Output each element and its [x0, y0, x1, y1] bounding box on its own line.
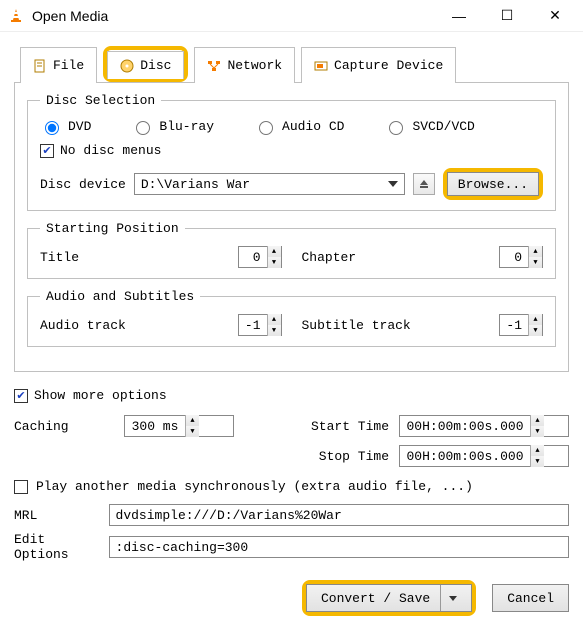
- check-sync-box[interactable]: [14, 480, 28, 494]
- check-sync-label: Play another media synchronously (extra …: [36, 479, 473, 494]
- eject-icon: [419, 179, 429, 189]
- network-icon: [207, 59, 221, 73]
- caching-up[interactable]: ▲: [186, 415, 199, 426]
- caching-value: 300 ms: [125, 419, 185, 434]
- chapter-up[interactable]: ▲: [529, 246, 542, 257]
- convert-save-caret[interactable]: [440, 585, 457, 611]
- subtitle-track-value: -1: [500, 318, 528, 333]
- disc-icon: [120, 59, 134, 73]
- title-label: Title: [40, 250, 79, 265]
- audio-subtitles-legend: Audio and Subtitles: [40, 289, 200, 304]
- radio-dvd[interactable]: DVD: [40, 118, 91, 135]
- file-icon: [33, 59, 47, 73]
- cancel-label: Cancel: [507, 591, 554, 606]
- disc-device-label: Disc device: [40, 177, 126, 192]
- radio-svcd-label: SVCD/VCD: [412, 119, 474, 134]
- stop-time-label: Stop Time: [299, 449, 389, 464]
- disc-selection-legend: Disc Selection: [40, 93, 161, 108]
- chapter-spin[interactable]: 0 ▲▼: [499, 246, 543, 268]
- start-up[interactable]: ▲: [531, 415, 544, 426]
- caching-down[interactable]: ▼: [186, 426, 199, 437]
- highlight-disc-tab: Disc: [103, 46, 188, 82]
- check-show-more-label: Show more options: [34, 388, 167, 403]
- tab-capture[interactable]: Capture Device: [301, 47, 456, 83]
- vlc-cone-icon: [8, 8, 24, 24]
- edit-options-input[interactable]: [109, 536, 569, 558]
- audio-subtitles-group: Audio and Subtitles Audio track -1 ▲▼ Su…: [27, 289, 556, 347]
- mrl-input[interactable]: [109, 504, 569, 526]
- start-time-label: Start Time: [299, 419, 389, 434]
- check-no-menus-box[interactable]: ✔: [40, 144, 54, 158]
- title-value: 0: [239, 250, 267, 265]
- tab-file-label: File: [53, 58, 84, 73]
- check-show-more[interactable]: ✔ Show more options: [14, 388, 569, 403]
- radio-svcd[interactable]: SVCD/VCD: [384, 118, 474, 135]
- window-title: Open Media: [32, 8, 439, 24]
- radio-dvd-input[interactable]: [45, 121, 59, 135]
- audio-track-value: -1: [239, 318, 267, 333]
- edit-options-label: Edit Options: [14, 532, 97, 562]
- tab-capture-label: Capture Device: [334, 58, 443, 73]
- disc-panel: Disc Selection DVD Blu-ray Audio CD SVCD…: [14, 83, 569, 372]
- tab-bar: File Disc Network Capture Device: [14, 46, 569, 83]
- eject-button[interactable]: [413, 173, 435, 195]
- radio-audiocd-input[interactable]: [259, 121, 273, 135]
- tab-disc[interactable]: Disc: [107, 51, 184, 79]
- convert-save-button[interactable]: Convert / Save: [306, 584, 472, 612]
- tab-network[interactable]: Network: [194, 47, 295, 83]
- radio-audiocd[interactable]: Audio CD: [254, 118, 344, 135]
- title-up[interactable]: ▲: [268, 246, 281, 257]
- maximize-button[interactable]: ☐: [487, 2, 527, 30]
- caching-spin[interactable]: 300 ms ▲▼: [124, 415, 234, 437]
- starting-position-group: Starting Position Title 0 ▲▼ Chapter 0 ▲…: [27, 221, 556, 279]
- subtitle-track-label: Subtitle track: [302, 318, 411, 333]
- stop-time-spin[interactable]: 00H:00m:00s.000 ▲▼: [399, 445, 569, 467]
- titlebar: Open Media — ☐ ✕: [0, 0, 583, 32]
- check-show-more-box[interactable]: ✔: [14, 389, 28, 403]
- check-no-menus-label: No disc menus: [60, 143, 161, 158]
- audio-track-spin[interactable]: -1 ▲▼: [238, 314, 282, 336]
- sub-up[interactable]: ▲: [529, 314, 542, 325]
- audio-up[interactable]: ▲: [268, 314, 281, 325]
- subtitle-track-spin[interactable]: -1 ▲▼: [499, 314, 543, 336]
- close-button[interactable]: ✕: [535, 2, 575, 30]
- start-time-value: 00H:00m:00s.000: [400, 419, 530, 434]
- capture-icon: [314, 59, 328, 73]
- highlight-browse: Browse...: [443, 168, 543, 200]
- radio-svcd-input[interactable]: [389, 121, 403, 135]
- stop-down[interactable]: ▼: [531, 456, 544, 467]
- disc-device-combo[interactable]: D:\Varians War: [134, 173, 405, 195]
- stop-up[interactable]: ▲: [531, 445, 544, 456]
- starting-position-legend: Starting Position: [40, 221, 185, 236]
- chapter-label: Chapter: [302, 250, 357, 265]
- start-down[interactable]: ▼: [531, 426, 544, 437]
- caching-label: Caching: [14, 419, 114, 434]
- disc-selection-group: Disc Selection DVD Blu-ray Audio CD SVCD…: [27, 93, 556, 211]
- title-spin[interactable]: 0 ▲▼: [238, 246, 282, 268]
- stop-time-value: 00H:00m:00s.000: [400, 449, 530, 464]
- tab-disc-label: Disc: [140, 58, 171, 73]
- audio-track-label: Audio track: [40, 318, 126, 333]
- audio-down[interactable]: ▼: [268, 325, 281, 336]
- check-no-menus[interactable]: ✔ No disc menus: [40, 143, 543, 158]
- radio-audiocd-label: Audio CD: [282, 119, 344, 134]
- chapter-down[interactable]: ▼: [529, 257, 542, 268]
- radio-bluray-label: Blu-ray: [159, 119, 214, 134]
- sub-down[interactable]: ▼: [529, 325, 542, 336]
- chapter-value: 0: [500, 250, 528, 265]
- browse-label: Browse...: [458, 177, 528, 192]
- radio-bluray-input[interactable]: [136, 121, 150, 135]
- title-down[interactable]: ▼: [268, 257, 281, 268]
- radio-bluray[interactable]: Blu-ray: [131, 118, 214, 135]
- radio-dvd-label: DVD: [68, 119, 91, 134]
- minimize-button[interactable]: —: [439, 2, 479, 30]
- tab-network-label: Network: [227, 58, 282, 73]
- start-time-spin[interactable]: 00H:00m:00s.000 ▲▼: [399, 415, 569, 437]
- convert-save-label: Convert / Save: [321, 591, 430, 606]
- tab-file[interactable]: File: [20, 47, 97, 83]
- browse-button[interactable]: Browse...: [447, 172, 539, 196]
- mrl-label: MRL: [14, 508, 97, 523]
- cancel-button[interactable]: Cancel: [492, 584, 569, 612]
- disc-device-value: D:\Varians War: [141, 177, 250, 192]
